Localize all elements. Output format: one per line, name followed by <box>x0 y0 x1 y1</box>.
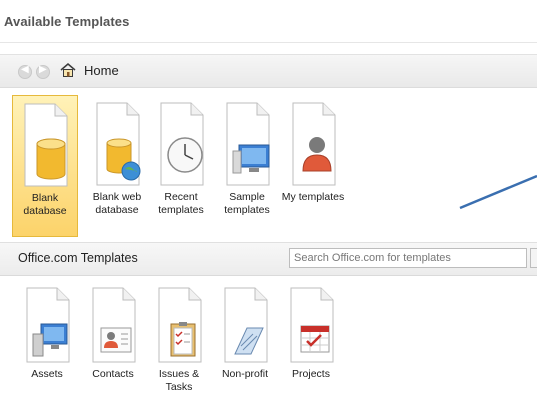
person-icon <box>292 102 336 186</box>
label: Tasks <box>165 381 193 393</box>
forward-button[interactable]: ▶ <box>36 64 50 79</box>
label: Issues & <box>158 368 200 380</box>
template-blank-database[interactable]: Blank database <box>12 95 78 237</box>
forward-arrow-icon: ▶ <box>39 64 47 75</box>
label: Projects <box>292 368 330 380</box>
label: templates <box>224 204 270 216</box>
label: database <box>95 204 139 216</box>
template-non-profit[interactable]: Non-profit <box>212 284 278 404</box>
back-button[interactable]: ◀ <box>18 64 32 79</box>
nonprofit-icon <box>224 287 268 363</box>
web-database-icon <box>96 102 141 186</box>
label: Blank <box>31 192 59 204</box>
contacts-icon <box>92 287 136 363</box>
label: Blank web <box>92 191 142 203</box>
label: My templates <box>281 191 345 203</box>
template-recent[interactable]: Recent templates <box>148 95 214 237</box>
template-projects[interactable]: Projects <box>278 284 344 404</box>
template-assets[interactable]: Assets <box>14 284 80 404</box>
template-issues-tasks[interactable]: Issues & Tasks <box>146 284 212 408</box>
divider <box>0 42 537 43</box>
label: Non-profit <box>221 368 269 380</box>
assets-icon <box>26 287 70 363</box>
database-icon <box>24 103 68 187</box>
template-my-templates[interactable]: My templates <box>278 95 348 237</box>
label: Contacts <box>92 368 134 380</box>
label: Recent <box>164 191 198 203</box>
monitor-icon <box>226 102 270 186</box>
label: Assets <box>31 368 63 380</box>
issues-icon <box>158 287 202 363</box>
search-input[interactable] <box>289 248 527 268</box>
label: templates <box>158 204 204 216</box>
home-icon[interactable] <box>60 62 76 78</box>
office-templates-bar: Office.com Templates <box>0 242 537 276</box>
page-title: Available Templates <box>4 14 130 29</box>
template-blank-web-database[interactable]: Blank web database <box>84 95 150 237</box>
back-arrow-icon: ◀ <box>21 64 29 75</box>
template-sample[interactable]: Sample templates <box>214 95 280 237</box>
template-contacts[interactable]: Contacts <box>80 284 146 404</box>
label: database <box>23 205 67 217</box>
section-title: Office.com Templates <box>18 251 138 265</box>
projects-icon <box>290 287 334 363</box>
search-button[interactable] <box>530 248 537 268</box>
navigation-bar: ◀ ▶ Home <box>0 54 537 88</box>
breadcrumb-home[interactable]: Home <box>84 63 119 78</box>
label: Sample <box>229 191 265 203</box>
clock-icon <box>160 102 204 186</box>
